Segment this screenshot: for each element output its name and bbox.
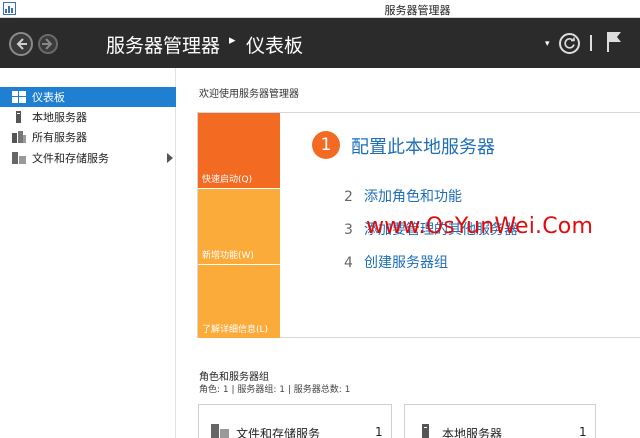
welcome-heading: 欢迎使用服务器管理器 [199,89,299,100]
step-number: 3 [344,222,353,238]
add-roles-features-link[interactable]: 添加角色和功能 [364,189,462,205]
all-servers-icon [12,131,26,143]
tile-whats-new[interactable]: 新增功能(W) [198,189,280,264]
sidebar-item-file-storage[interactable]: 文件和存储服务 [0,148,176,168]
role-card-count: 1 [375,425,383,438]
step-4: 4 创建服务器组 [344,252,448,272]
sidebar-item-label: 本地服务器 [32,111,87,124]
back-button[interactable] [9,32,33,56]
sidebar-item-all-servers[interactable]: 所有服务器 [0,127,176,147]
local-server-icon [12,111,26,123]
tile-label: 新增功能(W) [202,251,254,261]
role-card-local-server[interactable]: 本地服务器 1 [404,404,596,438]
role-card-file-storage[interactable]: 文件和存储服务 1 [198,404,392,438]
role-card-label: 文件和存储服务 [236,427,321,438]
local-server-icon [422,424,429,438]
breadcrumb-separator-icon: ▸ [229,33,236,48]
sidebar-item-dashboard[interactable]: 仪表板 [0,87,176,107]
tile-quick-start[interactable]: 快速启动(Q) [198,113,280,188]
role-card-label: 本地服务器 [442,427,503,438]
title-bar: 服务器管理器 [0,0,640,18]
role-card-count: 1 [579,425,587,438]
configure-local-server-link[interactable]: 配置此本地服务器 [351,133,495,159]
page-title: 仪表板 [246,35,304,57]
window-title: 服务器管理器 [384,4,451,17]
create-server-group-link[interactable]: 创建服务器组 [364,255,448,271]
step-number: 2 [344,189,353,205]
step-2: 2 添加角色和功能 [344,186,462,206]
header-divider [590,35,592,51]
arrow-left-icon [16,38,27,50]
refresh-button[interactable] [559,33,580,54]
expand-arrow-icon[interactable] [167,153,173,163]
watermark-text: www.OsYunWei.Com [366,214,594,239]
sidebar: 仪表板 本地服务器 所有服务器 文件和存储服务 [0,68,176,438]
sidebar-item-label: 仪表板 [32,91,65,104]
step-number: 4 [344,255,353,271]
refresh-icon [564,37,575,49]
dashboard-icon [12,91,26,103]
notification-flag-icon[interactable] [606,31,622,53]
sidebar-item-label: 文件和存储服务 [32,152,109,165]
arrow-right-icon [42,38,53,50]
main-content: 欢迎使用服务器管理器 快速启动(Q) 新增功能(W) 了解详细信息(L) 1 配… [177,68,640,438]
step-1-badge: 1 [312,131,340,159]
roles-summary: 角色: 1 | 服务器组: 1 | 服务器总数: 1 [199,385,351,395]
tile-label: 快速启动(Q) [202,175,253,185]
dropdown-icon[interactable]: ▾ [545,39,550,49]
file-storage-icon [12,152,26,164]
sidebar-item-label: 所有服务器 [32,131,87,144]
tile-learn-more[interactable]: 了解详细信息(L) [198,265,280,338]
tile-label: 了解详细信息(L) [202,325,269,335]
breadcrumb-root[interactable]: 服务器管理器 [106,31,220,58]
welcome-panel: 快速启动(Q) 新增功能(W) 了解详细信息(L) 1 配置此本地服务器 2 添加… [197,112,640,338]
file-storage-icon [211,424,229,438]
header-bar: 服务器管理器 ▸ 仪表板 ▾ [0,18,640,68]
sidebar-item-local-server[interactable]: 本地服务器 [0,107,176,127]
roles-section-title: 角色和服务器组 [199,372,269,383]
forward-button[interactable] [38,34,58,54]
